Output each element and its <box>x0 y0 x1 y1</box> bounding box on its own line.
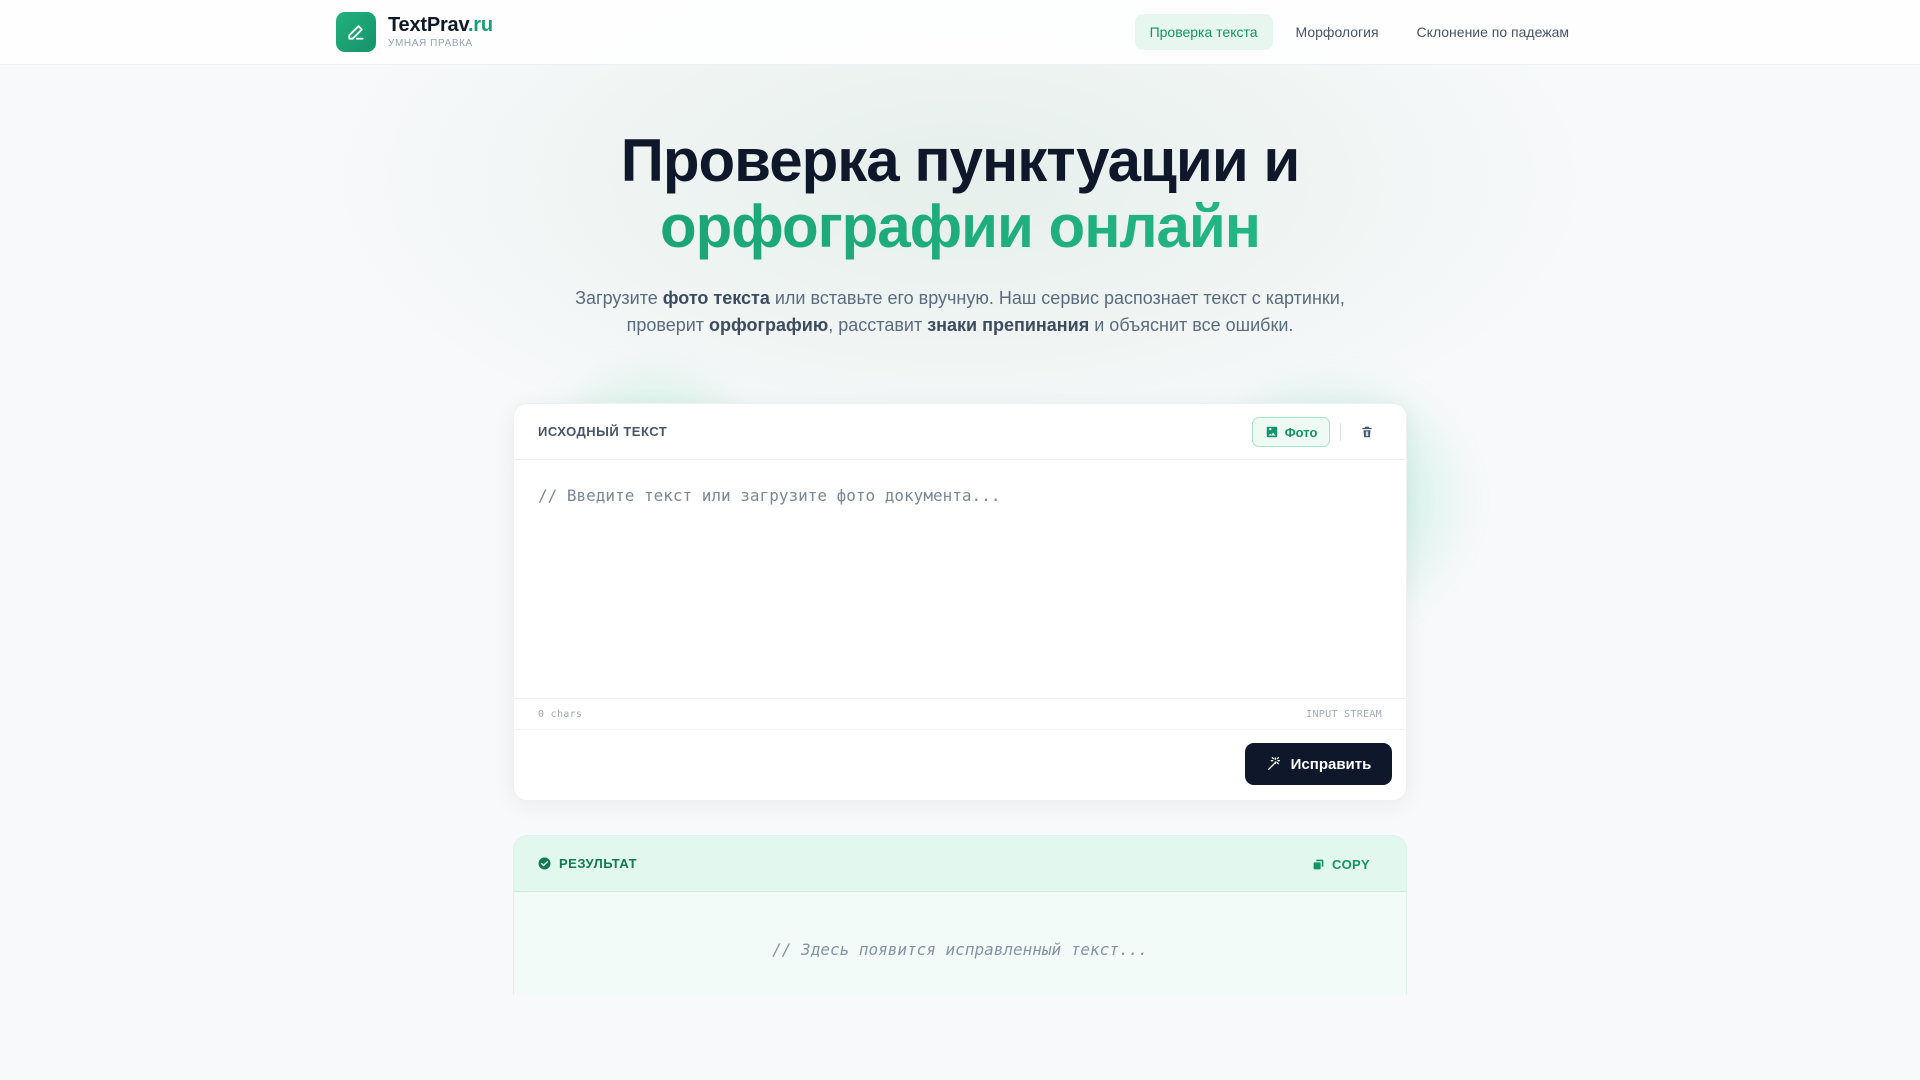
nav-links: Проверка текста Морфология Склонение по … <box>1134 14 1584 50</box>
page-subtitle: Загрузите фото текста или вставьте его в… <box>560 285 1360 339</box>
image-icon <box>1266 426 1277 438</box>
nav-link-text-check[interactable]: Проверка текста <box>1134 14 1273 50</box>
brand-name[interactable]: TextPrav.ru <box>388 14 493 37</box>
input-card-label: ИСХОДНЫЙ ТЕКСТ <box>538 424 668 439</box>
result-placeholder: // Здесь появится исправленный текст... <box>772 940 1148 959</box>
input-card-header: ИСХОДНЫЙ ТЕКСТ Фото <box>514 404 1406 460</box>
page-title-line1: Проверка пунктуации и <box>620 127 1301 194</box>
page-title-line2: орфографии онлайн <box>0 194 1920 260</box>
pencil-icon <box>348 25 364 40</box>
page-title: Проверка пунктуации и орфографии онлайн <box>0 128 1920 260</box>
copy-icon <box>1313 859 1324 869</box>
nav-link-declension[interactable]: Склонение по падежам <box>1402 14 1584 50</box>
brand-main: TextPrav <box>388 14 468 36</box>
logo[interactable] <box>336 12 376 52</box>
upload-photo-button[interactable]: Фото <box>1252 417 1330 447</box>
header-divider <box>1340 423 1341 441</box>
magic-wand-icon <box>1267 757 1280 770</box>
subtitle-bold: знаки препинания <box>927 315 1090 335</box>
result-label: РЕЗУЛЬТАТ <box>538 856 637 871</box>
brand-accent: .ru <box>467 14 493 36</box>
copy-button[interactable]: COPY <box>1300 849 1382 879</box>
result-label-text: РЕЗУЛЬТАТ <box>559 856 638 871</box>
trash-icon <box>1362 426 1372 438</box>
char-count: 0 chars <box>538 709 583 720</box>
subtitle-bold: орфографию <box>709 315 829 335</box>
check-circle-icon <box>538 857 551 870</box>
input-card: ИСХОДНЫЙ ТЕКСТ Фото 0 chars INPUT STREAM… <box>513 403 1407 801</box>
fix-button[interactable]: Исправить <box>1245 743 1392 785</box>
clear-button[interactable] <box>1352 417 1382 447</box>
input-stream-label: INPUT STREAM <box>1306 709 1382 720</box>
nav-link-morphology[interactable]: Морфология <box>1281 14 1394 50</box>
copy-button-label: COPY <box>1331 856 1370 872</box>
brand-tagline: УМНАЯ ПРАВКА <box>388 38 473 49</box>
subtitle-text: , расставит <box>828 315 928 335</box>
subtitle-bold: фото текста <box>662 288 770 308</box>
input-meta-bar: 0 chars INPUT STREAM <box>514 698 1406 730</box>
top-navbar: TextPrav.ru УМНАЯ ПРАВКА Проверка текста… <box>0 0 1920 65</box>
fix-button-label: Исправить <box>1290 755 1372 773</box>
result-card: РЕЗУЛЬТАТ COPY // Здесь появится исправл… <box>513 835 1407 995</box>
subtitle-text: Загрузите <box>575 288 663 308</box>
source-text-input[interactable] <box>514 460 1406 698</box>
subtitle-text: и объяснит все ошибки. <box>1089 315 1294 335</box>
upload-photo-label: Фото <box>1284 424 1318 440</box>
result-card-header: РЕЗУЛЬТАТ COPY <box>514 836 1406 892</box>
